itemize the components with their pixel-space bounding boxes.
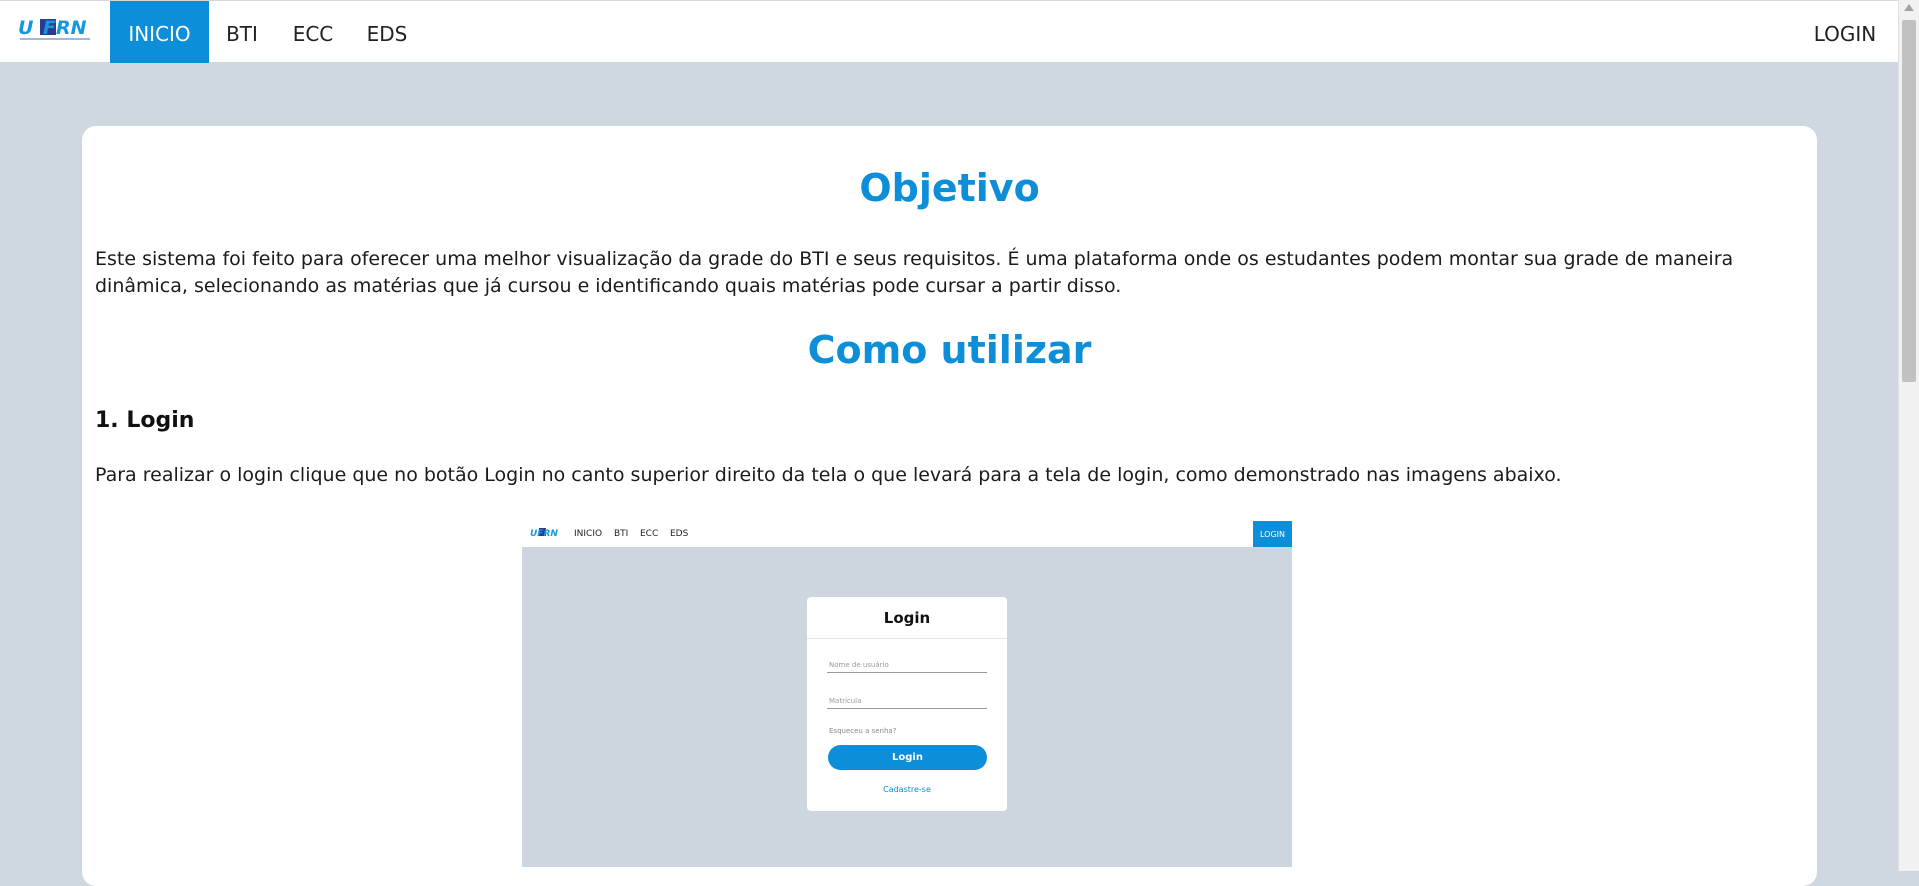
svg-text:FRN: FRN [43,17,87,39]
objective-paragraph: Este sistema foi feito para oferecer uma… [95,248,1734,297]
svg-text:UFRN: UFRN [530,529,558,539]
page-scrollbar[interactable] [1898,0,1919,871]
screenshot-nav-ecc: ECC [640,529,659,539]
scroll-up-arrow-icon[interactable] [1904,4,1914,11]
screenshot-ufrn-logo: UFRN [530,528,558,539]
screenshot-navbar: UFRN INICIO BTI ECC EDS LOGIN [522,521,1292,547]
screenshot-register-link: Cadastre-se [883,785,931,794]
howto-heading: Como utilizar [807,328,1092,372]
screenshot-matricula-field: Matrícula [827,693,987,709]
content-card: Objetivo Este sistema foi feito para ofe… [82,126,1817,886]
screenshot-username-field: Nome de usuário [827,657,987,673]
svg-text:U: U [18,17,34,39]
nav-bti[interactable]: BTI [212,1,272,63]
nav-login[interactable]: LOGIN [1810,1,1880,63]
screenshot-divider [807,638,1007,639]
screenshot-forgot-link: Esqueceu a senha? [829,727,897,735]
login-screenshot-image: UFRN INICIO BTI ECC EDS LOGIN Login Nome… [522,521,1292,867]
scrollbar-thumb[interactable] [1902,20,1916,382]
step-login-heading: 1. Login [95,408,195,433]
ufrn-logo[interactable]: U FRN [18,15,92,45]
screenshot-login-box: Login Nome de usuário Matrícula Esqueceu… [807,597,1007,811]
screenshot-nav-login: LOGIN [1253,521,1292,547]
step-login-paragraph: Para realizar o login clique que no botã… [95,464,1562,486]
nav-eds[interactable]: EDS [356,1,418,63]
nav-inicio[interactable]: INICIO [110,1,209,63]
nav-ecc[interactable]: ECC [283,1,343,63]
screenshot-login-title: Login [883,609,931,627]
top-navbar: U FRN INICIO BTI ECC EDS LOGIN [0,0,1898,63]
screenshot-nav-bti: BTI [614,529,629,539]
screenshot-nav-eds: EDS [670,529,689,539]
screenshot-login-button: Login [828,745,987,770]
screenshot-nav-inicio: INICIO [574,529,603,539]
objective-heading: Objetivo [859,166,1040,210]
